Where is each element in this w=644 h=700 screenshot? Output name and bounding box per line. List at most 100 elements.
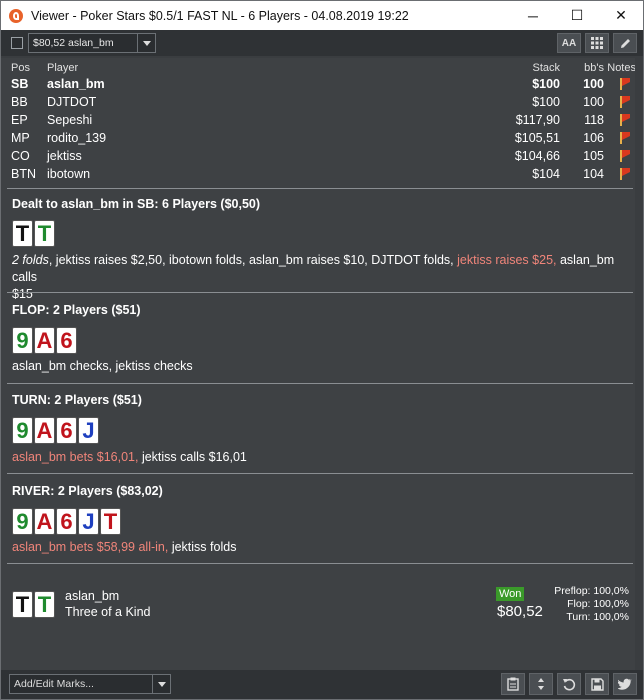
undo-icon	[563, 678, 576, 691]
player-bbs: 106	[583, 131, 604, 145]
player-row: CO jektiss $104,66 105	[11, 147, 636, 165]
player-row: BTN ibotown $104 104	[11, 165, 636, 183]
river-cards: 9 A 6 J T	[12, 508, 121, 535]
note-flag-icon[interactable]	[620, 78, 630, 90]
player-bbs: 105	[583, 149, 604, 163]
col-pos-header[interactable]: Pos	[11, 61, 30, 75]
close-button[interactable]: ✕	[599, 1, 643, 30]
card: T	[12, 591, 33, 618]
equity-value: 100,0%	[593, 598, 629, 610]
preflop-action-b: , jektiss raises $2,50, ibotown folds, a…	[48, 253, 458, 267]
equity-row: Preflop: 100,0%	[554, 585, 629, 598]
bottom-toolbar: Add/Edit Marks...	[1, 670, 643, 699]
turn-heading: TURN: 2 Players ($51)	[12, 393, 142, 407]
player-stack: $104	[532, 167, 560, 181]
maximize-button[interactable]: ☐	[555, 1, 599, 30]
won-badge: Won	[496, 587, 525, 601]
marks-label: Add/Edit Marks...	[14, 678, 94, 690]
clipboard-icon	[507, 677, 519, 691]
bottom-actions	[501, 673, 637, 695]
player-name[interactable]: ibotown	[47, 165, 90, 183]
river-action-rest: jektiss folds	[168, 540, 237, 554]
equity-value: 100,0%	[593, 585, 629, 597]
river-heading: RIVER: 2 Players ($83,02)	[12, 484, 163, 498]
player-bbs: 100	[583, 77, 604, 91]
summary-player: aslan_bm	[65, 589, 120, 603]
player-name[interactable]: DJTDOT	[47, 93, 96, 111]
grid-button[interactable]	[585, 33, 609, 53]
player-bbs: 100	[583, 95, 604, 109]
card: J	[78, 417, 99, 444]
hand-select-value: $80,52 aslan_bm	[33, 37, 114, 49]
minimize-button[interactable]: ─	[511, 1, 555, 30]
app-logo-icon	[9, 8, 23, 23]
player-name[interactable]: Sepeshi	[47, 111, 92, 129]
col-bbs-header[interactable]: bb's	[584, 61, 604, 75]
top-toolbar: $80,52 aslan_bm AA	[1, 30, 643, 56]
player-name[interactable]: jektiss	[47, 147, 82, 165]
card: 6	[56, 417, 77, 444]
turn-action-highlight: aslan_bm bets $16,01,	[12, 450, 139, 464]
players-table: Pos Player Stack bb's Notes SB aslan_bm …	[11, 61, 636, 183]
flop-actions: aslan_bm checks, jektiss checks	[12, 359, 193, 373]
equity-label: Preflop:	[554, 585, 591, 597]
player-pos: EP	[11, 113, 28, 127]
note-flag-icon[interactable]	[620, 96, 630, 108]
col-notes-header[interactable]: Notes	[607, 61, 636, 75]
note-flag-icon[interactable]	[620, 114, 630, 126]
pencil-icon	[620, 38, 630, 48]
section-divider	[7, 188, 633, 189]
replay-button[interactable]	[557, 673, 581, 695]
vertical-scrollbar[interactable]	[635, 58, 643, 670]
card: T	[100, 508, 121, 535]
equity-row: Turn: 100,0%	[554, 611, 629, 624]
font-size-button[interactable]: AA	[557, 33, 581, 53]
player-name[interactable]: rodito_139	[47, 129, 106, 147]
turn-action-rest: jektiss calls $16,01	[138, 450, 247, 464]
player-row: MP rodito_139 $105,51 106	[11, 129, 636, 147]
hand-select-dropdown[interactable]: $80,52 aslan_bm	[28, 33, 156, 53]
player-stack: $105,51	[514, 131, 560, 145]
note-flag-icon[interactable]	[620, 132, 630, 144]
card: 6	[56, 508, 77, 535]
player-bbs: 118	[584, 113, 604, 127]
player-stack: $100	[532, 95, 560, 109]
river-actions: aslan_bm bets $58,99 all-in, jektiss fol…	[12, 539, 622, 556]
card: A	[34, 508, 55, 535]
clipboard-button[interactable]	[501, 673, 525, 695]
sort-button[interactable]	[529, 673, 553, 695]
turn-actions: aslan_bm bets $16,01, jektiss calls $16,…	[12, 449, 622, 466]
card: 9	[12, 327, 33, 354]
flop-heading: FLOP: 2 Players ($51)	[12, 303, 141, 317]
player-bbs: 104	[583, 167, 604, 181]
save-button[interactable]	[585, 673, 609, 695]
col-stack-header[interactable]: Stack	[532, 61, 560, 75]
col-player-header[interactable]: Player	[47, 61, 78, 75]
card: 9	[12, 417, 33, 444]
preflop-action-highlight: jektiss raises $25,	[457, 253, 557, 267]
twitter-icon	[618, 678, 632, 690]
note-flag-icon[interactable]	[620, 150, 630, 162]
sort-arrows-icon	[538, 678, 544, 690]
marks-dropdown[interactable]: Add/Edit Marks...	[9, 674, 171, 694]
player-stack: $117,90	[515, 113, 560, 127]
equity-list: Preflop: 100,0% Flop: 100,0% Turn: 100,0…	[554, 585, 629, 624]
equity-row: Flop: 100,0%	[554, 598, 629, 611]
card: J	[78, 508, 99, 535]
preflop-action-d: $15	[12, 287, 33, 301]
toolbar-actions: AA	[557, 33, 637, 53]
note-flag-icon[interactable]	[620, 168, 630, 180]
won-amount: $80,52	[497, 603, 543, 620]
hand-checkbox[interactable]	[11, 37, 23, 49]
card: T	[12, 220, 33, 247]
chevron-down-icon[interactable]	[137, 34, 155, 52]
summary-hand: Three of a Kind	[65, 605, 151, 619]
player-name[interactable]: aslan_bm	[47, 75, 105, 93]
preflop-action-a: 2 folds	[12, 253, 49, 267]
twitter-button[interactable]	[613, 673, 637, 695]
edit-button[interactable]	[613, 33, 637, 53]
player-row: SB aslan_bm $100 100	[11, 75, 636, 93]
hole-cards: T T	[12, 220, 55, 247]
chevron-down-icon[interactable]	[152, 675, 170, 693]
grid-icon	[591, 37, 603, 49]
